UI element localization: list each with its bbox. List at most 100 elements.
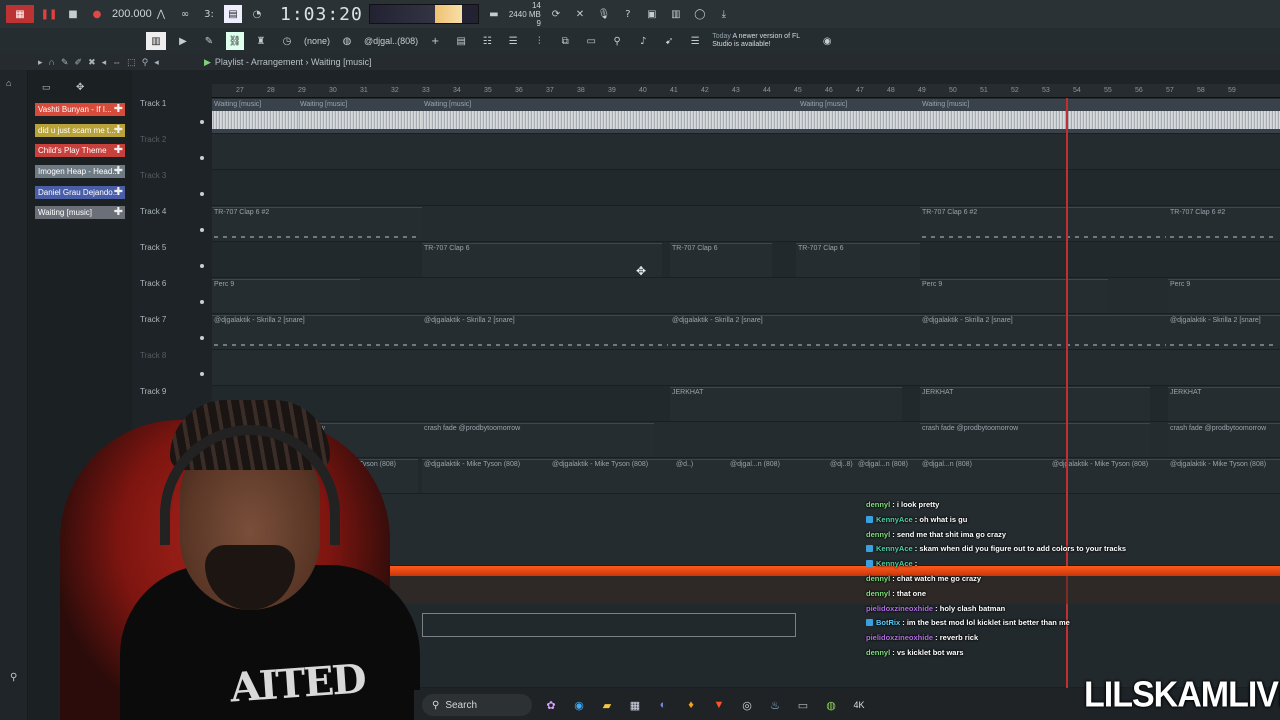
track-enable-dot[interactable]	[200, 156, 204, 160]
master-volume-slider[interactable]: ▬	[485, 5, 503, 23]
help-icon[interactable]: ?	[619, 5, 637, 23]
folder-icon[interactable]: ▰	[598, 696, 616, 714]
tool-slip-icon[interactable]: ⇔	[112, 57, 121, 68]
add-icon[interactable]: ✚	[114, 124, 123, 137]
play-pattern-icon[interactable]: ▶	[174, 32, 192, 50]
tempo-display[interactable]: 200.000	[112, 8, 152, 20]
stamp-icon[interactable]: ♜	[252, 32, 270, 50]
tool-magnet-icon[interactable]: ∩	[49, 57, 55, 68]
stop-button[interactable]: ■	[64, 5, 82, 23]
edge-icon[interactable]: ◉	[570, 696, 588, 714]
mixer-view-icon[interactable]: ⫶	[530, 32, 548, 50]
plugin-icon[interactable]: ⚲	[608, 32, 626, 50]
track-header-4[interactable]: Track 4	[132, 206, 210, 242]
track-header-6[interactable]: Track 6	[132, 278, 210, 314]
guitar-icon[interactable]: ♪	[634, 32, 652, 50]
clip-perc[interactable]: Perc 9	[1168, 279, 1280, 313]
pattern-selector[interactable]: @djgal..(808)	[364, 36, 418, 46]
playlist-icon[interactable]: ▤	[452, 32, 470, 50]
track-header-2[interactable]: Track 2	[132, 134, 210, 170]
add-icon[interactable]: ✚	[114, 186, 123, 199]
clip-perc[interactable]: Perc 9	[212, 279, 360, 313]
clip-crash[interactable]: crash fade @prodbytoomorrow	[1168, 423, 1280, 457]
tool-arrow-icon[interactable]: ▸	[38, 57, 43, 68]
picker-item-imogen[interactable]: Imogen Heap - Head... ✚	[35, 165, 125, 178]
clip-tyson[interactable]: @djgalaktik - Mike Tyson (808)	[550, 459, 674, 493]
channel-rack-icon[interactable]: ☰	[504, 32, 522, 50]
clip-jerkhat[interactable]: JERKHAT	[1168, 387, 1280, 421]
clip-waiting[interactable]: Waiting [music]	[798, 99, 920, 133]
clip-snare[interactable]: @djgalaktik - Skrilla 2 [snare]	[670, 315, 920, 349]
fl-studio-icon[interactable]: ♦	[682, 696, 700, 714]
lane-5[interactable]: TR-707 Clap 6 TR-707 Clap 6 TR-707 Clap …	[212, 242, 1280, 278]
refresh-icon[interactable]: ⟳	[547, 5, 565, 23]
clip-tyson[interactable]: @djgal...n (808)	[920, 459, 1050, 493]
add-icon[interactable]: ✚	[114, 144, 123, 157]
clip-clap-6[interactable]: TR-707 Clap 6	[422, 243, 662, 277]
typing-keyboard-icon[interactable]: ▤	[224, 5, 242, 23]
piano-keys-icon[interactable]: ▥	[146, 32, 166, 50]
clip-perc[interactable]: Perc 9	[920, 279, 1108, 313]
clip-snare[interactable]: @djgalaktik - Skrilla 2 [snare]	[920, 315, 1168, 349]
snap-icon[interactable]: ◔	[248, 5, 266, 23]
clip-tyson[interactable]: @djgalaktik - Mike Tyson (808)	[422, 459, 550, 493]
add-pattern-icon[interactable]: +	[426, 32, 444, 50]
clip-tyson[interactable]: @djgalaktik - Mike Tyson (808)	[1168, 459, 1280, 493]
add-icon[interactable]: ✚	[114, 206, 123, 219]
clip-tyson[interactable]: @d..)	[674, 459, 728, 493]
save-icon[interactable]: ▣	[643, 5, 661, 23]
globe-icon[interactable]: ◉	[818, 32, 836, 50]
tool-delete-icon[interactable]: ✖	[88, 57, 96, 68]
chrome-icon[interactable]: ◎	[738, 696, 756, 714]
none-selector[interactable]: (none)	[304, 36, 330, 46]
clip-crash[interactable]: crash fade @prodbytoomorrow	[422, 423, 654, 457]
tool-zoom-icon[interactable]: ⚲	[142, 57, 149, 68]
track-enable-dot[interactable]	[200, 120, 204, 124]
add-icon[interactable]: ✚	[114, 103, 123, 116]
clip-clap-82[interactable]: TR-707 Clap 6 #2	[1168, 207, 1280, 241]
ripple-icon[interactable]: ◍	[822, 696, 840, 714]
track-enable-dot[interactable]	[200, 336, 204, 340]
palm-tree-icon[interactable]: ✿	[542, 696, 560, 714]
clip-clap-6[interactable]: TR-707 Clap 6	[796, 243, 920, 277]
track-header-5[interactable]: Track 5	[132, 242, 210, 278]
track-header-1[interactable]: Track 1	[132, 98, 210, 134]
clip-tyson[interactable]: @djgal...n (808)	[856, 459, 920, 493]
add-icon[interactable]: ✚	[114, 165, 123, 178]
clip-jerkhat[interactable]: JERKHAT	[670, 387, 902, 421]
update-notice[interactable]: Today A newer version of FL Studio is av…	[712, 33, 810, 49]
pause-button[interactable]: ❚❚	[40, 5, 58, 23]
track-enable-dot[interactable]	[200, 228, 204, 232]
pattern-color-icon[interactable]: ◍	[338, 32, 356, 50]
clip-waiting[interactable]: Waiting [music]	[422, 99, 798, 133]
clip-snare[interactable]: @djgalaktik - Skrilla 2 [snare]	[212, 315, 422, 349]
download-icon[interactable]: ⤓	[715, 5, 733, 23]
picker-item-vashti[interactable]: Vashti Bunyan - If I... ✚	[35, 103, 125, 116]
lane-6[interactable]: Perc 9 Perc 9 Perc 9	[212, 278, 1280, 314]
clip-waiting[interactable]: Waiting [music]	[920, 99, 1280, 133]
project-icon[interactable]: ▭	[582, 32, 600, 50]
menu-logo-icon[interactable]: ▦	[6, 5, 34, 23]
lane-1[interactable]: Waiting [music] Waiting [music] Waiting …	[212, 98, 1280, 134]
keyboard-icon[interactable]: ▭	[794, 696, 812, 714]
picker-item-scam[interactable]: did u just scam me t... ✚	[35, 124, 125, 137]
track-header-7[interactable]: Track 7	[132, 314, 210, 350]
clip-tyson[interactable]: @djgal...n (808)	[728, 459, 828, 493]
store-icon[interactable]: ▦	[626, 696, 644, 714]
tool-play-icon[interactable]: ◂	[154, 57, 159, 68]
wait-input-icon[interactable]: ∞	[176, 5, 194, 23]
clock-icon[interactable]: ◷	[278, 32, 296, 50]
link-icon[interactable]: ⛓	[226, 32, 244, 50]
tool-pencil-icon[interactable]: ✎	[61, 57, 69, 68]
clip-clap-82[interactable]: TR-707 Clap 6 #2	[212, 207, 422, 241]
taskbar-search[interactable]: ⚲ Search	[422, 694, 532, 716]
export-icon[interactable]: ▥	[667, 5, 685, 23]
clip-waiting[interactable]: Waiting [music]	[212, 99, 298, 133]
record-button[interactable]: ●	[88, 5, 106, 23]
piano-roll-icon[interactable]: ☷	[478, 32, 496, 50]
metronome-icon[interactable]: ⋀	[152, 5, 170, 23]
clip-clap-6[interactable]: TR-707 Clap 6	[670, 243, 772, 277]
picker-item-waiting[interactable]: Waiting [music] ✚	[35, 206, 125, 219]
track-enable-dot[interactable]	[200, 264, 204, 268]
menu-icon[interactable]: ☰	[686, 32, 704, 50]
